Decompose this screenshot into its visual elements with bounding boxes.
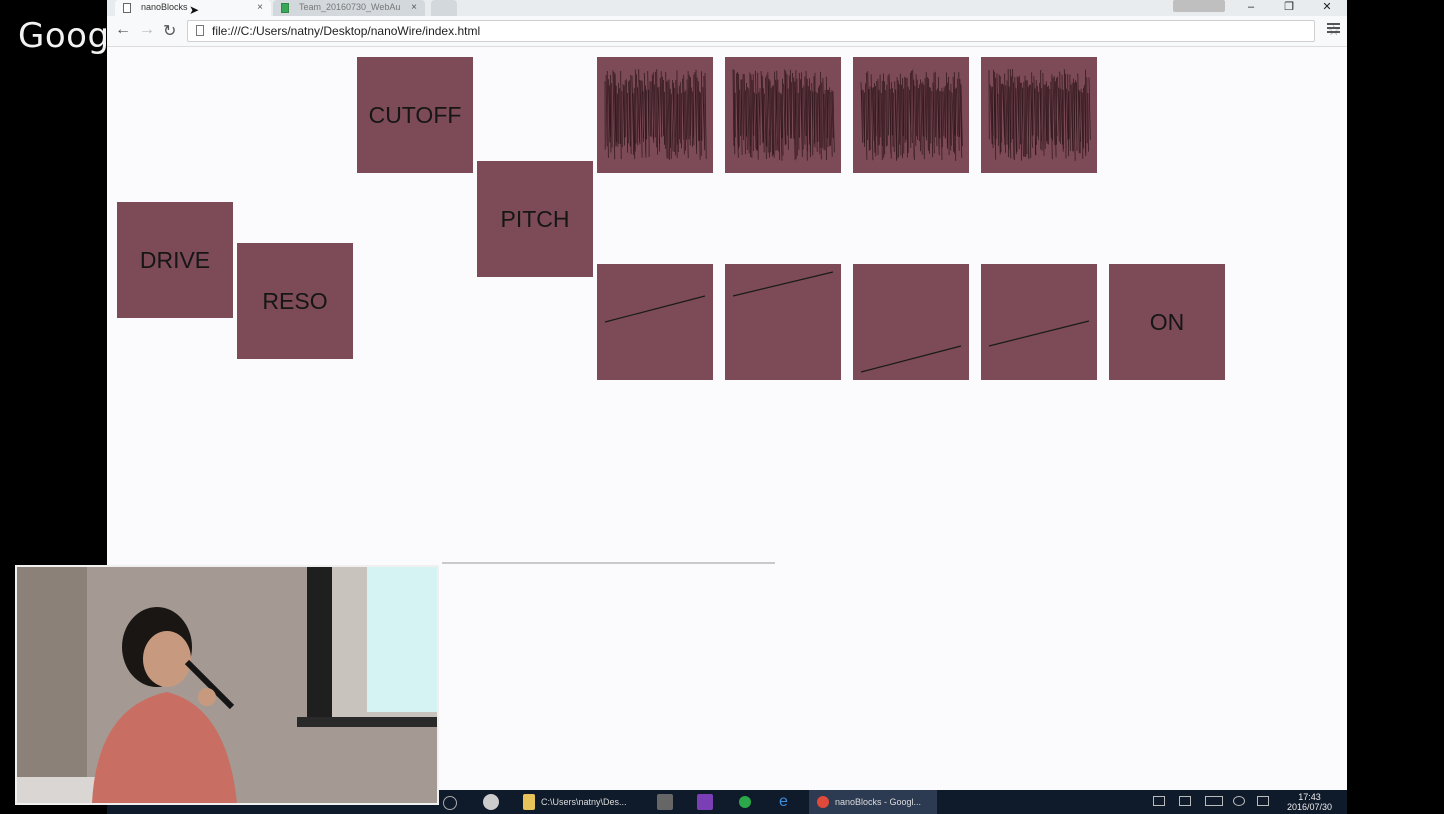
new-tab-button[interactable] [431, 0, 457, 16]
address-text[interactable]: file:///C:/Users/natny/Desktop/nanoWire/… [212, 24, 480, 38]
waveform-path [860, 69, 963, 161]
tab-strip: nanoBlocks × ➤ Team_20160730_WebAu × – ❐… [107, 0, 1347, 17]
waveform-block-1[interactable] [597, 57, 713, 173]
chrome-task-button[interactable]: nanoBlocks - Googl... [809, 790, 937, 814]
restore-button[interactable]: ❐ [1271, 0, 1307, 14]
waveform-path [988, 68, 1091, 161]
block-label: DRIVE [139, 246, 211, 273]
ramp-line [604, 295, 706, 323]
waveform-graphic [732, 69, 835, 161]
action-center-icon[interactable] [1257, 796, 1269, 806]
ramp-block-1[interactable] [597, 264, 713, 380]
close-tab-icon[interactable]: × [411, 0, 417, 15]
ramp-block-2[interactable] [725, 264, 841, 380]
cutoff-block[interactable]: CUTOFF [357, 57, 473, 173]
chrome-icon [817, 796, 829, 808]
edge-icon[interactable]: e [779, 790, 788, 814]
back-button[interactable]: ← [115, 21, 131, 39]
waveform-graphic [988, 68, 1091, 161]
on-block[interactable]: ON [1109, 264, 1225, 380]
ramp-block-3[interactable] [853, 264, 969, 380]
clock-time: 17:43 [1298, 792, 1321, 802]
ramp-line [732, 271, 834, 297]
tab-team[interactable]: Team_20160730_WebAu × [273, 0, 425, 16]
chrome-task-label: nanoBlocks - Googl... [835, 797, 922, 807]
profile-button[interactable] [1173, 0, 1225, 12]
sheets-icon [281, 3, 289, 13]
close-tab-icon[interactable]: × [257, 0, 263, 15]
terminal-icon[interactable] [657, 794, 673, 810]
chrome-menu-icon[interactable] [1327, 23, 1340, 25]
reload-button[interactable]: ↻ [163, 21, 176, 41]
address-bar[interactable]: file:///C:/Users/natny/Desktop/nanoWire/… [187, 20, 1340, 42]
page-icon [196, 25, 204, 36]
clock-date: 2016/07/30 [1287, 802, 1333, 812]
taskbar-clock[interactable]: 17:43 2016/07/30 [1287, 792, 1332, 812]
ramp-block-4[interactable] [981, 264, 1097, 380]
page-icon [123, 3, 131, 13]
visual-studio-icon[interactable] [697, 794, 713, 810]
pitch-block[interactable]: PITCH [477, 161, 593, 277]
app-cat-icon[interactable] [483, 794, 499, 810]
waveform-graphic [860, 69, 963, 161]
waveform-path [604, 69, 707, 161]
forward-button[interactable]: → [139, 21, 155, 39]
tab-label: Team_20160730_WebAu [299, 2, 401, 12]
spotify-icon[interactable] [739, 796, 751, 808]
waveform-graphic [604, 69, 707, 161]
block-label: CUTOFF [368, 101, 462, 128]
ramp-line [988, 320, 1090, 347]
settings-icon[interactable] [1233, 796, 1245, 806]
waveform-block-3[interactable] [853, 57, 969, 173]
webcam-feed-image [17, 567, 437, 803]
close-window-button[interactable]: ✕ [1309, 0, 1345, 14]
explorer-task-label[interactable]: C:\Users\natny\Des... [541, 790, 627, 814]
keyboard-icon[interactable] [1205, 796, 1223, 806]
tab-label: nanoBlocks [141, 2, 188, 12]
battery-icon[interactable] [1153, 796, 1165, 806]
webcam-overlay [15, 565, 439, 805]
task-view-icon[interactable] [443, 796, 457, 810]
block-label: ON [1149, 308, 1185, 335]
block-label: PITCH [500, 205, 570, 232]
browser-toolbar: ← → ↻ file:///C:/Users/natny/Desktop/nan… [107, 16, 1347, 47]
waveform-block-4[interactable] [981, 57, 1097, 173]
waveform-block-2[interactable] [725, 57, 841, 173]
google-logo-overlay: Goog [18, 16, 110, 56]
drive-block[interactable]: DRIVE [117, 202, 233, 318]
waveform-path [732, 69, 835, 161]
minimize-button[interactable]: – [1233, 0, 1269, 14]
divider-line [442, 562, 775, 564]
ramp-line [860, 345, 962, 373]
block-label: RESO [262, 287, 328, 314]
mouse-cursor-icon: ➤ [189, 3, 200, 17]
reso-block[interactable]: RESO [237, 243, 353, 359]
file-explorer-icon[interactable] [523, 794, 535, 810]
notification-icon[interactable] [1179, 796, 1191, 806]
